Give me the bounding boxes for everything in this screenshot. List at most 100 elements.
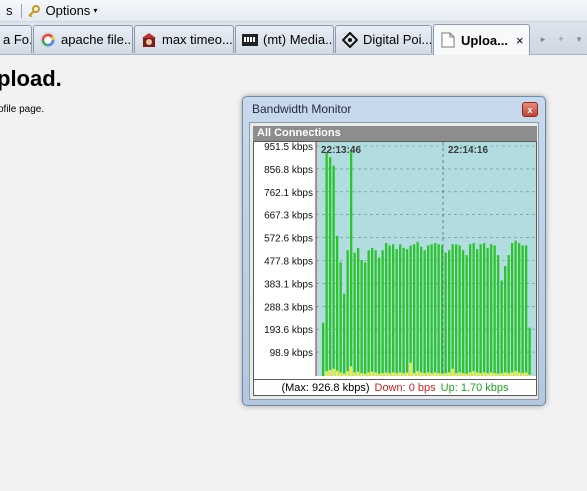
close-tab-icon[interactable]: ×	[516, 33, 524, 48]
down-bar	[514, 240, 517, 376]
down-bar	[336, 235, 339, 376]
up-bar	[385, 372, 388, 376]
y-tick-label: 856.8 kbps	[264, 165, 313, 176]
down-bar	[402, 247, 405, 376]
down-bar	[525, 245, 528, 376]
tab-5-label: Digital Poi...	[363, 32, 432, 47]
y-tick-label: 477.8 kbps	[264, 257, 313, 268]
tab-1[interactable]: a Fo...	[0, 25, 32, 53]
down-bar	[350, 149, 353, 376]
down-bar	[332, 165, 335, 376]
down-bar	[381, 250, 384, 376]
down-bar	[448, 250, 451, 376]
menu-bar: s Options ▾	[0, 0, 587, 22]
close-window-button[interactable]: x	[522, 102, 538, 117]
tab-2[interactable]: apache file...	[33, 25, 133, 53]
up-bar	[504, 372, 507, 376]
max-rate-text: (Max: 926.8 kbps)	[281, 381, 370, 394]
up-bar	[490, 372, 493, 376]
up-bar	[357, 371, 360, 376]
up-bar	[462, 373, 465, 376]
down-bar	[427, 245, 430, 376]
tab-3[interactable]: max timeo...	[134, 25, 234, 53]
down-bar	[322, 322, 325, 376]
up-bar	[479, 373, 482, 376]
up-bar	[444, 373, 447, 376]
down-bar	[339, 262, 342, 376]
down-bar	[385, 243, 388, 376]
down-bar	[479, 244, 482, 376]
down-bar	[458, 245, 461, 376]
up-bar	[416, 371, 419, 376]
scroll-tabs-button[interactable]: ▸	[535, 30, 551, 48]
blank-page-icon	[440, 32, 456, 48]
down-bar	[395, 249, 398, 376]
down-bar	[437, 244, 440, 376]
bandwidth-monitor-window[interactable]: Bandwidth Monitor x All Connections 951.…	[242, 96, 546, 406]
digitalpoint-icon	[342, 31, 358, 48]
down-rate-text: Down: 0 bps	[374, 381, 436, 394]
up-bar	[420, 372, 423, 376]
up-bar	[413, 373, 416, 376]
up-bar	[353, 372, 356, 376]
down-bar	[521, 245, 524, 376]
down-bar	[399, 244, 402, 376]
down-bar	[483, 243, 486, 376]
y-tick-label: 667.3 kbps	[264, 211, 313, 222]
up-bar	[402, 373, 405, 376]
down-bar	[465, 255, 468, 376]
up-bar	[455, 373, 458, 376]
down-bar	[357, 247, 360, 376]
down-bar	[455, 244, 458, 376]
up-bar	[395, 373, 398, 376]
connection-header[interactable]: All Connections	[253, 126, 537, 141]
up-bar	[371, 371, 374, 376]
up-bar	[451, 368, 454, 376]
down-bar	[329, 157, 332, 376]
up-bar	[329, 369, 332, 376]
down-bar	[462, 250, 465, 376]
up-bar	[514, 371, 517, 376]
options-menu-label: Options	[45, 3, 91, 18]
tab-4[interactable]: (mt) Media...	[235, 25, 334, 53]
monitor-footer: (Max: 926.8 kbps) Down: 0 bps Up: 1.70 k…	[253, 379, 537, 396]
down-bar	[413, 244, 416, 376]
window-title: Bandwidth Monitor	[252, 102, 352, 116]
down-bar	[325, 152, 328, 376]
up-bar	[476, 372, 479, 376]
up-bar	[493, 373, 496, 376]
page-title: pload.	[0, 66, 62, 91]
down-bar	[367, 250, 370, 376]
up-bar	[346, 371, 349, 376]
options-menu[interactable]: Options ▾	[22, 0, 104, 22]
menu-item-partial[interactable]: s	[0, 0, 19, 22]
down-bar	[420, 246, 423, 376]
new-tab-button[interactable]: +	[553, 30, 569, 48]
y-tick-label: 193.6 kbps	[264, 325, 313, 336]
up-bar	[458, 372, 461, 376]
plot-background	[316, 142, 536, 376]
tab-uploads-label: Uploa...	[461, 32, 508, 48]
y-tick-label: 572.6 kbps	[264, 234, 313, 245]
list-tabs-button[interactable]: ▾	[571, 30, 587, 48]
up-bar	[339, 372, 342, 376]
up-bar	[469, 372, 472, 376]
up-bar	[409, 362, 412, 376]
mediatemple-icon	[242, 32, 258, 48]
up-bar	[507, 373, 510, 376]
down-bar	[504, 266, 507, 376]
up-bar	[500, 373, 503, 376]
tab-4-label: (mt) Media...	[263, 32, 334, 47]
down-bar	[416, 241, 419, 376]
up-bar	[483, 372, 486, 376]
up-bar	[427, 372, 430, 376]
time-label: 22:14:16	[448, 145, 488, 156]
y-tick-label: 98.9 kbps	[270, 348, 313, 359]
down-bar	[486, 247, 489, 376]
tab-5[interactable]: Digital Poi...	[335, 25, 432, 53]
y-tick-label: 762.1 kbps	[264, 188, 313, 199]
tab-uploads[interactable]: Uploa... ×	[433, 24, 530, 55]
up-bar	[486, 373, 489, 376]
up-bar	[437, 373, 440, 376]
bandwidth-graph: 951.5 kbps 856.8 kbps 762.1 kbps 667.3 kbps…	[253, 141, 537, 380]
